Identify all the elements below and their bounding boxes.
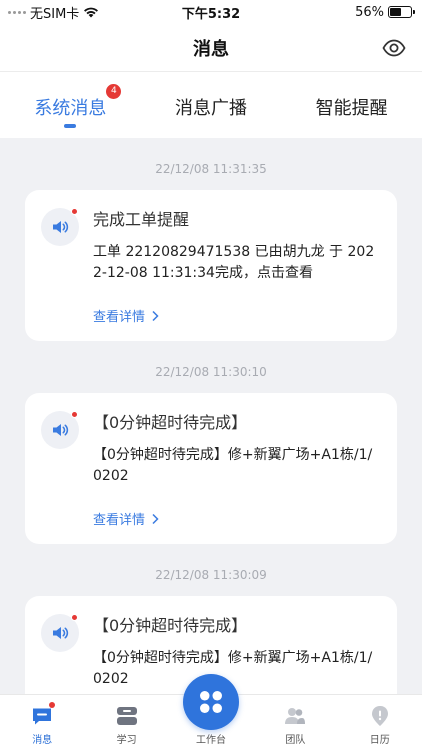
battery-icon <box>388 6 415 18</box>
calendar-icon <box>371 706 388 726</box>
speaker-icon <box>41 208 79 246</box>
status-left: 无SIM卡 <box>8 3 99 22</box>
nav-label: 团队 <box>285 735 306 746</box>
message-text: 工单 22120829471538 已由胡九龙 于 2022-12-08 11:… <box>93 244 375 281</box>
message-card[interactable]: 完成工单提醒 工单 22120829471538 已由胡九龙 于 2022-12… <box>25 190 397 341</box>
status-right: 56% <box>355 4 415 20</box>
message-item: 22/12/08 11:31:35 完成工单提醒 工单 221208294715… <box>0 138 422 341</box>
message-title: 【0分钟超时待完成】 <box>93 616 248 635</box>
view-details-label: 查看详情 <box>93 310 146 325</box>
speaker-icon <box>41 614 79 652</box>
message-tabs: 系统消息 4 消息广播 智能提醒 <box>0 72 422 138</box>
carrier-label: 无SIM卡 <box>30 6 80 22</box>
unread-badge: 4 <box>106 84 122 99</box>
tab-system-messages[interactable]: 系统消息 4 <box>5 84 135 128</box>
message-item: 22/12/08 11:30:09 【0分钟超时待完成】 【0分钟超时待完成】修… <box>0 544 422 694</box>
tab-message-broadcast[interactable]: 消息广播 <box>146 94 276 120</box>
unread-dot <box>49 702 56 708</box>
view-details-link[interactable]: 查看详情 <box>93 306 159 325</box>
message-timestamp: 22/12/08 11:30:10 <box>155 365 267 379</box>
nav-label: 消息 <box>32 735 53 746</box>
wifi-icon <box>84 7 99 18</box>
tab-label: 智能提醒 <box>315 98 388 119</box>
grid-icon <box>200 691 222 713</box>
message-title: 完成工单提醒 <box>93 210 190 229</box>
chevron-right-icon <box>152 310 159 321</box>
chevron-right-icon <box>152 513 159 524</box>
status-bar: 无SIM卡 下午5:32 56% <box>0 0 422 24</box>
battery-fill <box>390 8 402 16</box>
signal-icon <box>8 10 26 14</box>
message-timestamp: 22/12/08 11:31:35 <box>155 162 267 176</box>
tab-label: 消息广播 <box>174 98 247 119</box>
navigation-header: 消息 <box>0 24 422 72</box>
team-icon <box>285 708 306 724</box>
message-item: 22/12/08 11:30:10 【0分钟超时待完成】 【0分钟超时待完成】修… <box>0 341 422 544</box>
eye-icon[interactable] <box>382 36 406 60</box>
unread-dot <box>71 614 78 621</box>
nav-team[interactable]: 团队 <box>260 704 330 746</box>
message-list[interactable]: 22/12/08 11:31:35 完成工单提醒 工单 221208294715… <box>0 138 422 694</box>
unread-dot <box>71 208 78 215</box>
nav-label: 日历 <box>369 735 390 746</box>
view-details-link[interactable]: 查看详情 <box>93 509 159 528</box>
workbench-button[interactable] <box>183 674 239 730</box>
battery-percent: 56% <box>355 4 384 20</box>
tab-smart-reminder[interactable]: 智能提醒 <box>287 94 417 120</box>
message-text: 【0分钟超时待完成】修+新翼广场+A1栋/1/0202 <box>93 447 373 484</box>
page-title: 消息 <box>193 38 229 60</box>
message-title: 【0分钟超时待完成】 <box>93 413 248 432</box>
nav-study[interactable]: 学习 <box>92 704 162 746</box>
message-timestamp: 22/12/08 11:30:09 <box>155 568 267 582</box>
tab-label: 系统消息 <box>34 98 107 119</box>
view-details-label: 查看详情 <box>93 513 146 528</box>
unread-dot <box>71 411 78 418</box>
book-icon <box>116 707 137 725</box>
message-card[interactable]: 【0分钟超时待完成】 【0分钟超时待完成】修+新翼广场+A1栋/1/0202 查… <box>25 393 397 544</box>
nav-label: 学习 <box>116 735 137 746</box>
nav-messages[interactable]: 消息 <box>7 702 77 746</box>
nav-calendar[interactable]: 日历 <box>345 704 415 746</box>
nav-label: 工作台 <box>195 735 226 746</box>
active-tab-indicator <box>64 124 77 128</box>
speaker-icon <box>41 411 79 449</box>
